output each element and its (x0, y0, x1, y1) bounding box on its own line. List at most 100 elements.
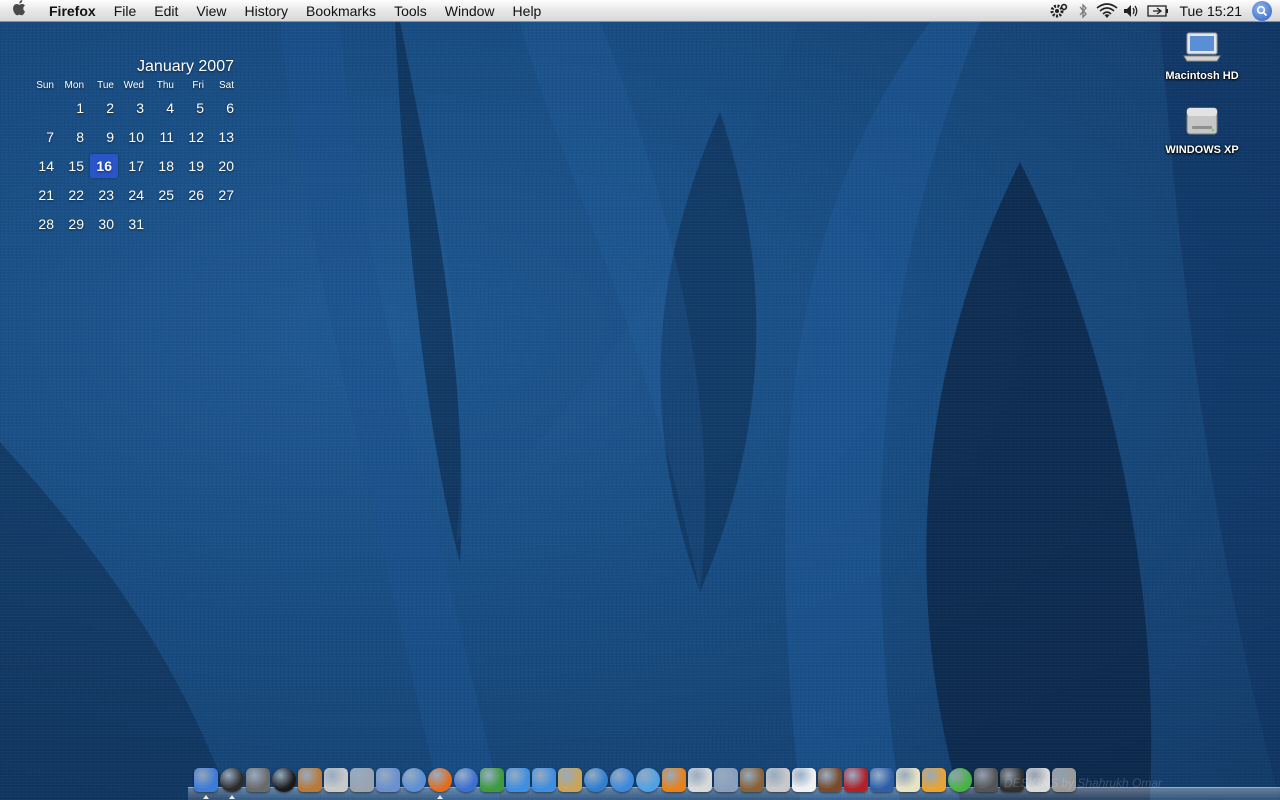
calendar-day: 18 (158, 158, 174, 174)
calendar-day: 26 (188, 187, 204, 203)
mplayer-icon[interactable] (688, 768, 712, 792)
buddy-icon[interactable] (480, 768, 504, 792)
calendar-weekday: Fri (192, 80, 204, 91)
laptop-icon (1182, 30, 1222, 66)
calendar-day: 12 (188, 129, 204, 145)
editor-icon[interactable] (350, 768, 374, 792)
calendar-day: 7 (46, 129, 54, 145)
calendar-day (180, 210, 210, 239)
book-icon[interactable] (844, 768, 868, 792)
desktop-icon-macintosh-hd[interactable]: Macintosh HD (1152, 30, 1252, 82)
calendar-day: 31 (128, 216, 144, 232)
vlc-icon[interactable] (662, 768, 686, 792)
calendar-day: 17 (128, 158, 144, 174)
tray-icon[interactable] (818, 768, 842, 792)
calendar-day (150, 210, 180, 239)
calendar-day (30, 94, 60, 123)
coffee-icon[interactable] (298, 768, 322, 792)
ical-icon[interactable] (792, 768, 816, 792)
bluetooth-icon[interactable] (1071, 0, 1095, 22)
calendar-month-title: January 2007 (137, 58, 234, 75)
calendar-day: 9 (106, 129, 114, 145)
notepad-icon[interactable] (558, 768, 582, 792)
preview-icon[interactable] (376, 768, 400, 792)
menu-edit[interactable]: Edit (145, 0, 187, 22)
calendar-weekday: Thu (156, 80, 174, 91)
menu-view[interactable]: View (187, 0, 235, 22)
finder-icon[interactable] (194, 768, 218, 799)
download-icon[interactable] (948, 768, 972, 792)
calendar-day: 3 (136, 100, 144, 116)
calendar-day: 13 (218, 129, 234, 145)
photoshop-icon[interactable] (870, 768, 894, 792)
calendar-day: 8 (76, 129, 84, 145)
expose-icon[interactable] (246, 768, 270, 792)
menu-bar: Firefox File Edit View History Bookmarks… (0, 0, 1280, 22)
app-menu[interactable]: Firefox (40, 0, 105, 22)
calendar-day: 11 (159, 129, 174, 145)
status-area: Tue 15:21 (1047, 0, 1280, 22)
menu-help[interactable]: Help (504, 0, 551, 22)
calendar-weekday: Sun (36, 80, 54, 91)
play-icon[interactable] (610, 768, 634, 792)
menu-window[interactable]: Window (436, 0, 504, 22)
camera-icon[interactable] (272, 768, 296, 792)
calendar-weekday: Wed (123, 80, 144, 91)
ichat-icon[interactable] (506, 768, 530, 792)
menu-file[interactable]: File (105, 0, 146, 22)
calendar-weekday: Sat (218, 80, 234, 91)
volume-icon[interactable] (1119, 0, 1143, 22)
mail-icon[interactable] (766, 768, 790, 792)
script-icon[interactable] (922, 768, 946, 792)
calendar-grid: Sun Mon Tue Wed Thu Fri Sat 1 2 3 4 5 6 7 8 9 10 11 12 13 14… (30, 80, 240, 239)
pencil-icon[interactable] (896, 768, 920, 792)
safari-icon[interactable] (402, 768, 426, 792)
desktop-icon-label: WINDOWS XP (1165, 144, 1239, 156)
wallpaper-credit: DESIGNS by Shahrukh Omar (1004, 776, 1163, 790)
battery-icon[interactable] (1143, 0, 1173, 22)
dashboard-icon[interactable] (220, 768, 244, 799)
running-indicator (203, 795, 209, 799)
calendar-day: 1 (76, 100, 84, 116)
desktop-icon-windows-xp[interactable]: WINDOWS XP (1152, 104, 1252, 156)
menu-tools[interactable]: Tools (385, 0, 436, 22)
apple-menu-icon[interactable] (0, 0, 40, 22)
firefox-icon[interactable] (428, 768, 452, 799)
calendar-day: 10 (128, 129, 144, 145)
calendar-day: 14 (38, 158, 54, 174)
calendar-day: 5 (196, 100, 204, 116)
calendar-day: 30 (98, 216, 114, 232)
menu-bookmarks[interactable]: Bookmarks (297, 0, 385, 22)
quicktime-icon[interactable] (584, 768, 608, 792)
compass-icon[interactable] (454, 768, 478, 792)
calendar-weekday: Mon (64, 80, 84, 91)
running-indicator (229, 795, 235, 799)
network-icon[interactable] (714, 768, 738, 792)
calendar-day: 4 (166, 100, 174, 116)
gear-icon[interactable] (1047, 0, 1071, 22)
menu-clock[interactable]: Tue 15:21 (1173, 3, 1252, 19)
system-icon[interactable] (324, 768, 348, 792)
calendar-day: 25 (158, 187, 174, 203)
spotlight-icon[interactable] (1252, 0, 1272, 21)
desktop-icon-label: Macintosh HD (1165, 70, 1239, 82)
calendar-day: 15 (68, 158, 84, 174)
dock-icons (194, 768, 1076, 799)
menu-history[interactable]: History (235, 0, 297, 22)
calendar-day: 23 (98, 187, 114, 203)
wifi-icon[interactable] (1095, 0, 1119, 22)
photo-icon[interactable] (740, 768, 764, 792)
calendar-day: 2 (106, 100, 114, 116)
itunes-icon[interactable] (636, 768, 660, 792)
calendar-day: 29 (68, 216, 84, 232)
calendar-day: 6 (226, 100, 234, 116)
calendar-widget[interactable]: January 2007 Sun Mon Tue Wed Thu Fri Sat 1 2 3 4 5 6… (30, 58, 240, 239)
calendar-day: 22 (68, 187, 84, 203)
calendar-day: 24 (128, 187, 144, 203)
calendar-day: 19 (188, 158, 204, 174)
calendar-day: 27 (218, 187, 234, 203)
calendar-day: 28 (38, 216, 54, 232)
calendar-day-today: 16 (90, 154, 118, 178)
terminal-icon[interactable] (974, 768, 998, 792)
messenger-icon[interactable] (532, 768, 556, 792)
